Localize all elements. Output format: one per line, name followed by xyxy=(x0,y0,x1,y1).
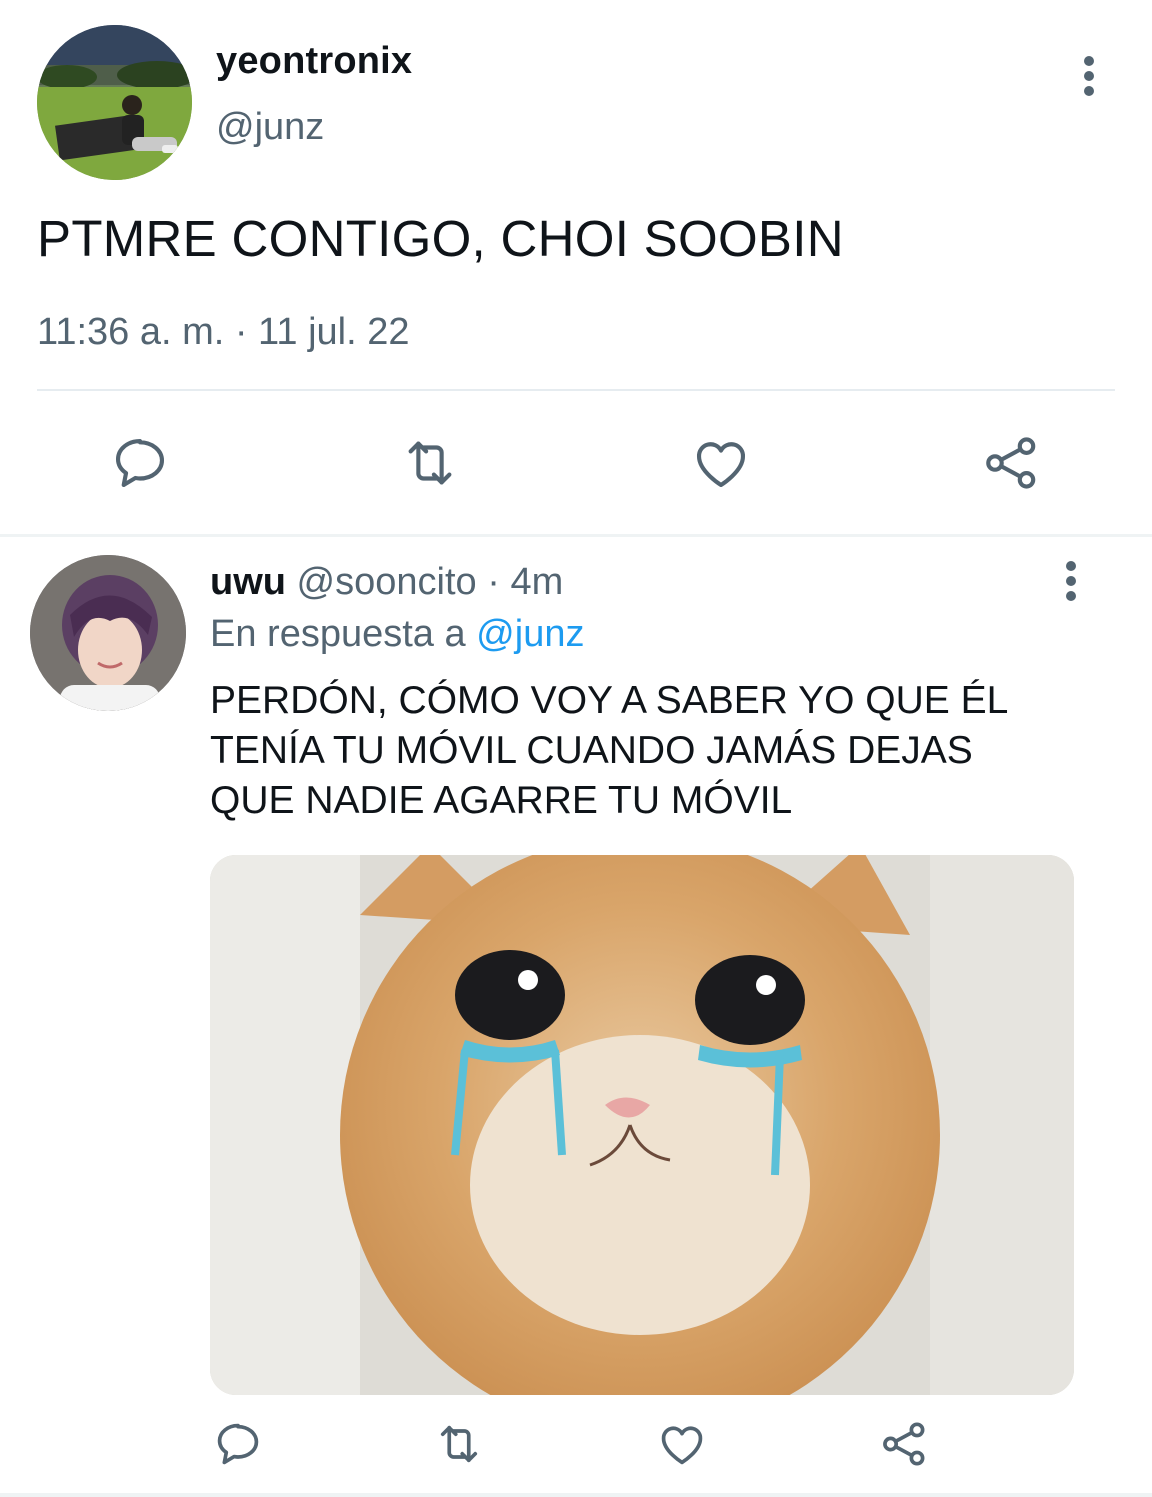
reply-header: uwu @sooncito · 4m xyxy=(210,561,563,604)
author-display-name[interactable]: yeontronix xyxy=(216,40,412,83)
tweet-timestamp[interactable]: 11:36 a. m. · 11 jul. 22 xyxy=(37,311,409,354)
retweet-icon[interactable] xyxy=(399,432,461,494)
separator-dot: · xyxy=(487,561,500,603)
avatar-photo-icon xyxy=(30,555,186,711)
author-avatar[interactable] xyxy=(37,25,192,180)
more-options-icon[interactable] xyxy=(1074,55,1104,99)
reply-media-image[interactable] xyxy=(210,855,1074,1395)
bottom-divider xyxy=(0,1493,1152,1497)
share-icon[interactable] xyxy=(878,1418,930,1470)
more-options-icon[interactable] xyxy=(1056,560,1086,604)
divider xyxy=(37,389,1115,391)
reply-author-display-name[interactable]: uwu xyxy=(210,561,286,603)
in-reply-to-handle[interactable]: @junz xyxy=(476,613,584,655)
in-reply-to: En respuesta a @junz xyxy=(210,613,584,656)
author-handle[interactable]: @junz xyxy=(216,106,324,149)
tweet-text: PTMRE CONTIGO, CHOI SOOBIN xyxy=(37,210,844,267)
reply-author-handle[interactable]: @sooncito xyxy=(297,561,477,603)
like-icon[interactable] xyxy=(690,432,752,494)
crying-kitten-icon xyxy=(210,855,1074,1395)
reply-age[interactable]: 4m xyxy=(510,561,563,603)
avatar-photo-icon xyxy=(37,25,192,180)
retweet-icon[interactable] xyxy=(433,1418,485,1470)
like-icon[interactable] xyxy=(656,1418,708,1470)
share-icon[interactable] xyxy=(980,432,1042,494)
in-reply-to-label: En respuesta a xyxy=(210,613,466,655)
reply-text: PERDÓN, CÓMO VOY A SABER YO QUE ÉL TENÍA… xyxy=(210,679,1009,822)
tweet-separator xyxy=(0,534,1152,537)
reply-icon[interactable] xyxy=(212,1418,264,1470)
reply-author-avatar[interactable] xyxy=(30,555,186,711)
reply-icon[interactable] xyxy=(109,432,171,494)
